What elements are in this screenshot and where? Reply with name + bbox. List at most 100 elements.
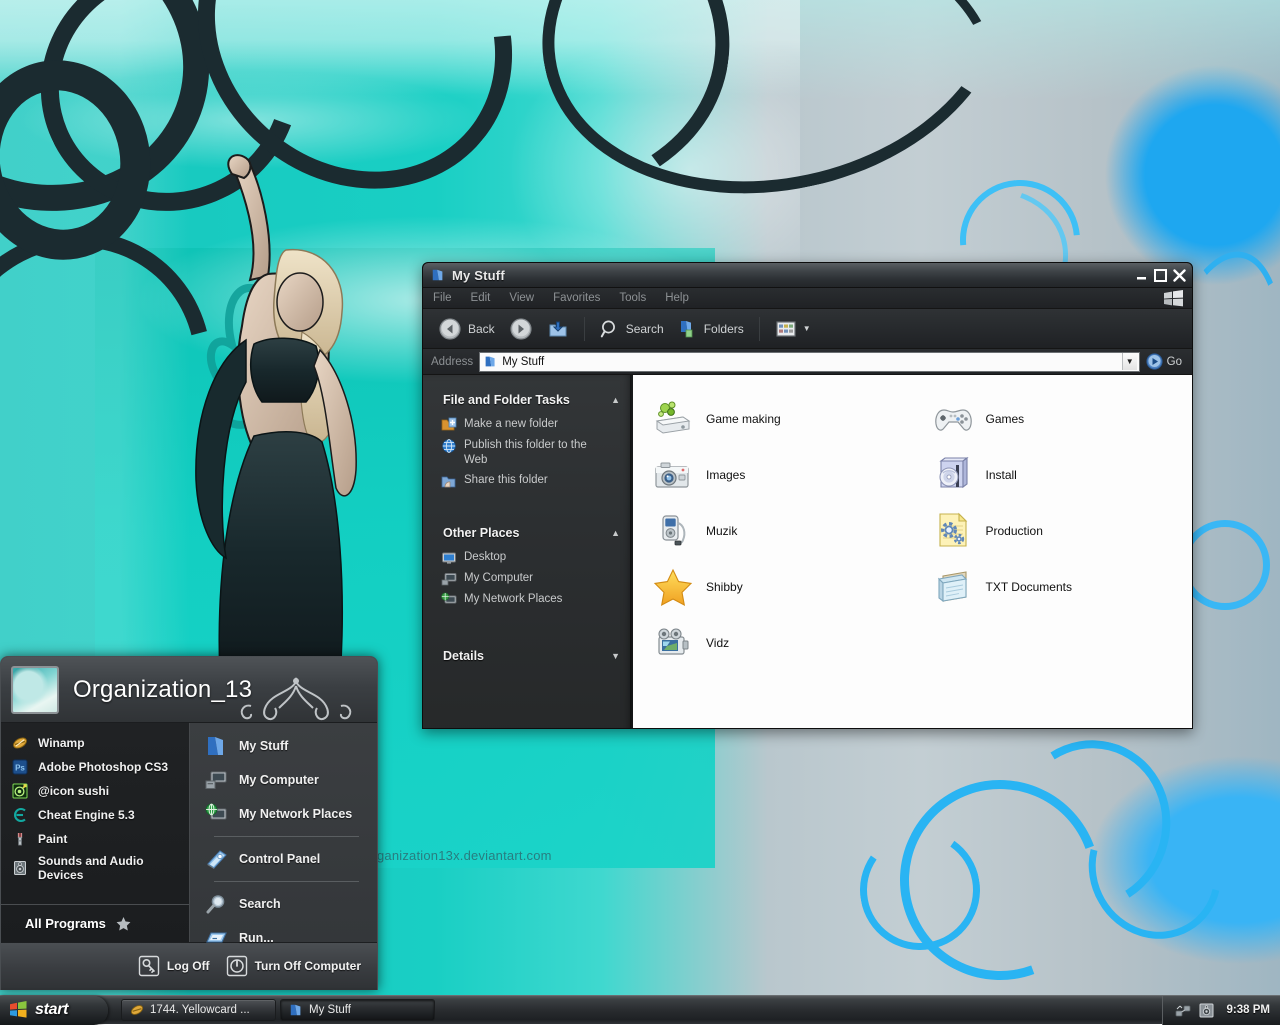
folder-item-install[interactable]: Install — [913, 447, 1193, 503]
start-button[interactable]: start — [0, 996, 108, 1025]
folder-item-label: Games — [986, 412, 1025, 426]
start-item-icon-sushi[interactable]: @icon sushi — [1, 779, 189, 803]
folder-item-txt-documents[interactable]: TXT Documents — [913, 559, 1193, 615]
close-button[interactable] — [1170, 266, 1188, 284]
menu-help[interactable]: Help — [665, 292, 689, 304]
all-programs-button[interactable]: All Programs — [1, 904, 189, 942]
taskbar-item-label: 1744. Yellowcard ... — [150, 1004, 250, 1016]
search-label: Search — [626, 322, 664, 336]
folder-item-shibby[interactable]: Shibby — [633, 559, 913, 615]
start-place-label: My Network Places — [239, 807, 352, 821]
back-arrow-icon — [438, 317, 462, 341]
gears-document-icon — [931, 509, 975, 553]
address-dropdown-button[interactable]: ▼ — [1122, 353, 1137, 370]
start-menu[interactable]: Organization_13 — [0, 656, 378, 990]
sidebar-group-header[interactable]: File and Folder Tasks ▲ — [423, 389, 633, 413]
go-button[interactable]: Go — [1146, 353, 1192, 370]
menu-favorites[interactable]: Favorites — [553, 292, 600, 304]
sidebar-group-file-folder-tasks: File and Folder Tasks ▲ Make a new folde… — [423, 389, 633, 506]
menu-file[interactable]: File — [433, 292, 452, 304]
folder-item-vidz[interactable]: Vidz — [633, 615, 913, 671]
start-place-my-computer[interactable]: My Computer — [190, 763, 377, 797]
sidebar-group-items: Make a new folder Publish this folder to… — [423, 413, 633, 506]
sidebar-group-header[interactable]: Other Places ▲ — [423, 522, 633, 546]
folder-item-game-making[interactable]: Game making — [633, 391, 913, 447]
sound-devices-icon — [11, 859, 29, 877]
taskbar-item-label: My Stuff — [309, 1004, 351, 1016]
sidebar-place-label: Desktop — [464, 550, 506, 565]
svg-text:Ps: Ps — [15, 764, 25, 773]
game-making-icon — [651, 397, 695, 441]
menu-view[interactable]: View — [509, 292, 534, 304]
volume-icon[interactable] — [1198, 1002, 1215, 1019]
back-label: Back — [468, 322, 495, 336]
menu-tools[interactable]: Tools — [619, 292, 646, 304]
system-tray[interactable]: 9:38 PM — [1162, 996, 1280, 1025]
start-menu-places[interactable]: My Stuff My Computer — [189, 723, 377, 942]
start-menu-programs[interactable]: Winamp Ps Adobe Photoshop CS3 — [1, 723, 189, 942]
address-input[interactable]: My Stuff ▼ — [479, 352, 1139, 372]
toolbar[interactable]: Back Search — [423, 309, 1192, 349]
start-item-label: Cheat Engine 5.3 — [38, 808, 135, 822]
folder-item-label: Install — [986, 468, 1017, 482]
network-icon[interactable] — [1175, 1002, 1192, 1019]
taskbar[interactable]: start 1744. Yellowcard ... My Stuff — [0, 995, 1280, 1024]
star-icon — [116, 916, 131, 931]
up-button[interactable] — [540, 315, 576, 343]
taskbar-tasks[interactable]: 1744. Yellowcard ... My Stuff — [121, 999, 435, 1021]
folder-item-muzik[interactable]: Muzik — [633, 503, 913, 559]
start-place-label: Run... — [239, 931, 274, 945]
turn-off-computer-button[interactable]: Turn Off Computer — [226, 955, 361, 977]
chevron-up-icon[interactable]: ▲ — [611, 528, 620, 538]
taskbar-item-winamp[interactable]: 1744. Yellowcard ... — [121, 999, 276, 1021]
folder-icon — [484, 355, 497, 368]
forward-button[interactable] — [502, 314, 540, 344]
start-item-photoshop[interactable]: Ps Adobe Photoshop CS3 — [1, 755, 189, 779]
folder-content-grid[interactable]: Game making — [633, 375, 1192, 729]
folder-item-games[interactable]: Games — [913, 391, 1193, 447]
start-place-run[interactable]: Run... — [190, 921, 377, 955]
network-places-icon — [204, 802, 228, 826]
minimize-button[interactable] — [1132, 266, 1150, 284]
windows-flag-icon — [9, 1001, 28, 1019]
explorer-sidebar[interactable]: File and Folder Tasks ▲ Make a new folde… — [423, 375, 633, 729]
sidebar-task-label: Make a new folder — [464, 417, 558, 432]
start-item-paint[interactable]: Paint — [1, 827, 189, 851]
sidebar-place-my-computer[interactable]: My Computer — [441, 569, 627, 590]
menu-bar[interactable]: File Edit View Favorites Tools Help — [423, 288, 1192, 309]
taskbar-clock[interactable]: 9:38 PM — [1227, 1004, 1270, 1016]
start-place-network[interactable]: My Network Places — [190, 797, 377, 831]
start-place-search[interactable]: Search — [190, 887, 377, 921]
sidebar-group-header[interactable]: Details ▼ — [423, 645, 633, 669]
start-place-control-panel[interactable]: Control Panel — [190, 842, 377, 876]
sidebar-task-share-folder[interactable]: Share this folder — [441, 471, 627, 492]
explorer-window[interactable]: My Stuff File Edit View Favorites Tools … — [422, 262, 1193, 729]
folders-button[interactable]: Folders — [671, 316, 751, 342]
toolbar-separator — [584, 317, 585, 341]
log-off-button[interactable]: Log Off — [138, 955, 210, 977]
chevron-down-icon[interactable]: ▼ — [611, 651, 620, 661]
start-item-sounds-audio-devices[interactable]: Sounds and Audio Devices — [1, 851, 189, 885]
folder-item-production[interactable]: Production — [913, 503, 1193, 559]
chevron-down-icon[interactable]: ▼ — [803, 324, 811, 333]
user-avatar[interactable] — [11, 666, 59, 714]
sidebar-place-network[interactable]: My Network Places — [441, 590, 627, 611]
sidebar-task-make-new-folder[interactable]: Make a new folder — [441, 415, 627, 436]
menu-edit[interactable]: Edit — [471, 292, 491, 304]
views-button[interactable]: ▼ — [768, 316, 818, 342]
search-button[interactable]: Search — [593, 316, 671, 342]
start-item-winamp[interactable]: Winamp — [1, 731, 189, 755]
chevron-up-icon[interactable]: ▲ — [611, 395, 620, 405]
power-icon — [226, 955, 248, 977]
start-item-cheat-engine[interactable]: Cheat Engine 5.3 — [1, 803, 189, 827]
taskbar-item-my-stuff[interactable]: My Stuff — [280, 999, 435, 1021]
sidebar-place-label: My Network Places — [464, 592, 562, 607]
folder-item-images[interactable]: Images — [633, 447, 913, 503]
sidebar-place-desktop[interactable]: Desktop — [441, 548, 627, 569]
maximize-button[interactable] — [1151, 266, 1169, 284]
back-button[interactable]: Back — [431, 314, 502, 344]
address-bar[interactable]: Address My Stuff ▼ Go — [423, 349, 1192, 375]
window-titlebar[interactable]: My Stuff — [423, 263, 1192, 288]
sidebar-task-publish-web[interactable]: Publish this folder to the Web — [441, 436, 627, 471]
start-place-my-stuff[interactable]: My Stuff — [190, 729, 377, 763]
